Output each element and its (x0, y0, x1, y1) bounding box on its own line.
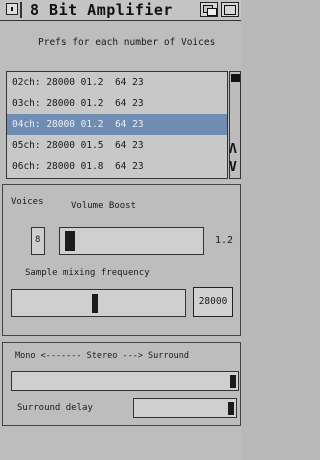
title-bar[interactable]: 8 Bit Amplifier (0, 0, 241, 21)
list-item[interactable]: 05ch: 28000 01.5 64 23 (7, 135, 227, 156)
volume-boost-slider[interactable] (59, 227, 204, 255)
surround-delay-label: Surround delay (17, 403, 93, 413)
voices-settings-group: Voices Volume Boost 8 1.2 Sample mixing … (2, 184, 241, 336)
zoom-gadget-icon[interactable] (221, 2, 239, 17)
sample-freq-slider[interactable] (11, 289, 186, 317)
voice-prefs-list[interactable]: 02ch: 28000 01.2 64 23 03ch: 28000 01.2 … (6, 71, 228, 179)
slider-knob[interactable] (92, 294, 98, 313)
close-gadget-icon[interactable] (6, 3, 18, 15)
volume-boost-label: Volume Boost (71, 201, 137, 211)
stereo-mode-slider[interactable] (11, 371, 239, 391)
voices-value: 8 (35, 235, 41, 245)
slider-knob[interactable] (65, 231, 75, 251)
scroll-down-arrow-icon[interactable]: V (229, 160, 241, 176)
volume-boost-value: 1.2 (215, 235, 234, 246)
list-item-selected[interactable]: 04ch: 28000 01.2 64 23 (7, 114, 227, 135)
title-separator (20, 2, 22, 18)
depth-gadget-icon[interactable] (200, 2, 218, 17)
sample-freq-label: Sample mixing frequency (25, 268, 150, 278)
window-title: 8 Bit Amplifier (30, 1, 173, 19)
surround-delay-slider[interactable] (133, 398, 237, 418)
list-item[interactable]: 06ch: 28000 01.8 64 23 (7, 156, 227, 177)
slider-knob[interactable] (230, 375, 236, 388)
voices-label: Voices (11, 197, 44, 207)
voices-integer-field[interactable]: 8 (31, 227, 45, 255)
amplifier-window: 8 Bit Amplifier Prefs for each number of… (0, 0, 241, 460)
prefs-heading: Prefs for each number of Voices (38, 37, 216, 48)
slider-knob[interactable] (228, 402, 234, 415)
list-item[interactable]: 02ch: 28000 01.2 64 23 (7, 72, 227, 93)
scroll-knob[interactable] (231, 74, 240, 82)
stereo-mode-label: Mono <------- Stereo ---> Surround (15, 351, 189, 361)
list-item[interactable]: 03ch: 28000 01.2 64 23 (7, 93, 227, 114)
sample-freq-value[interactable]: 28000 (193, 287, 233, 317)
stereo-settings-group: Mono <------- Stereo ---> Surround Surro… (2, 342, 241, 426)
scroll-up-arrow-icon[interactable]: Λ (229, 142, 241, 158)
